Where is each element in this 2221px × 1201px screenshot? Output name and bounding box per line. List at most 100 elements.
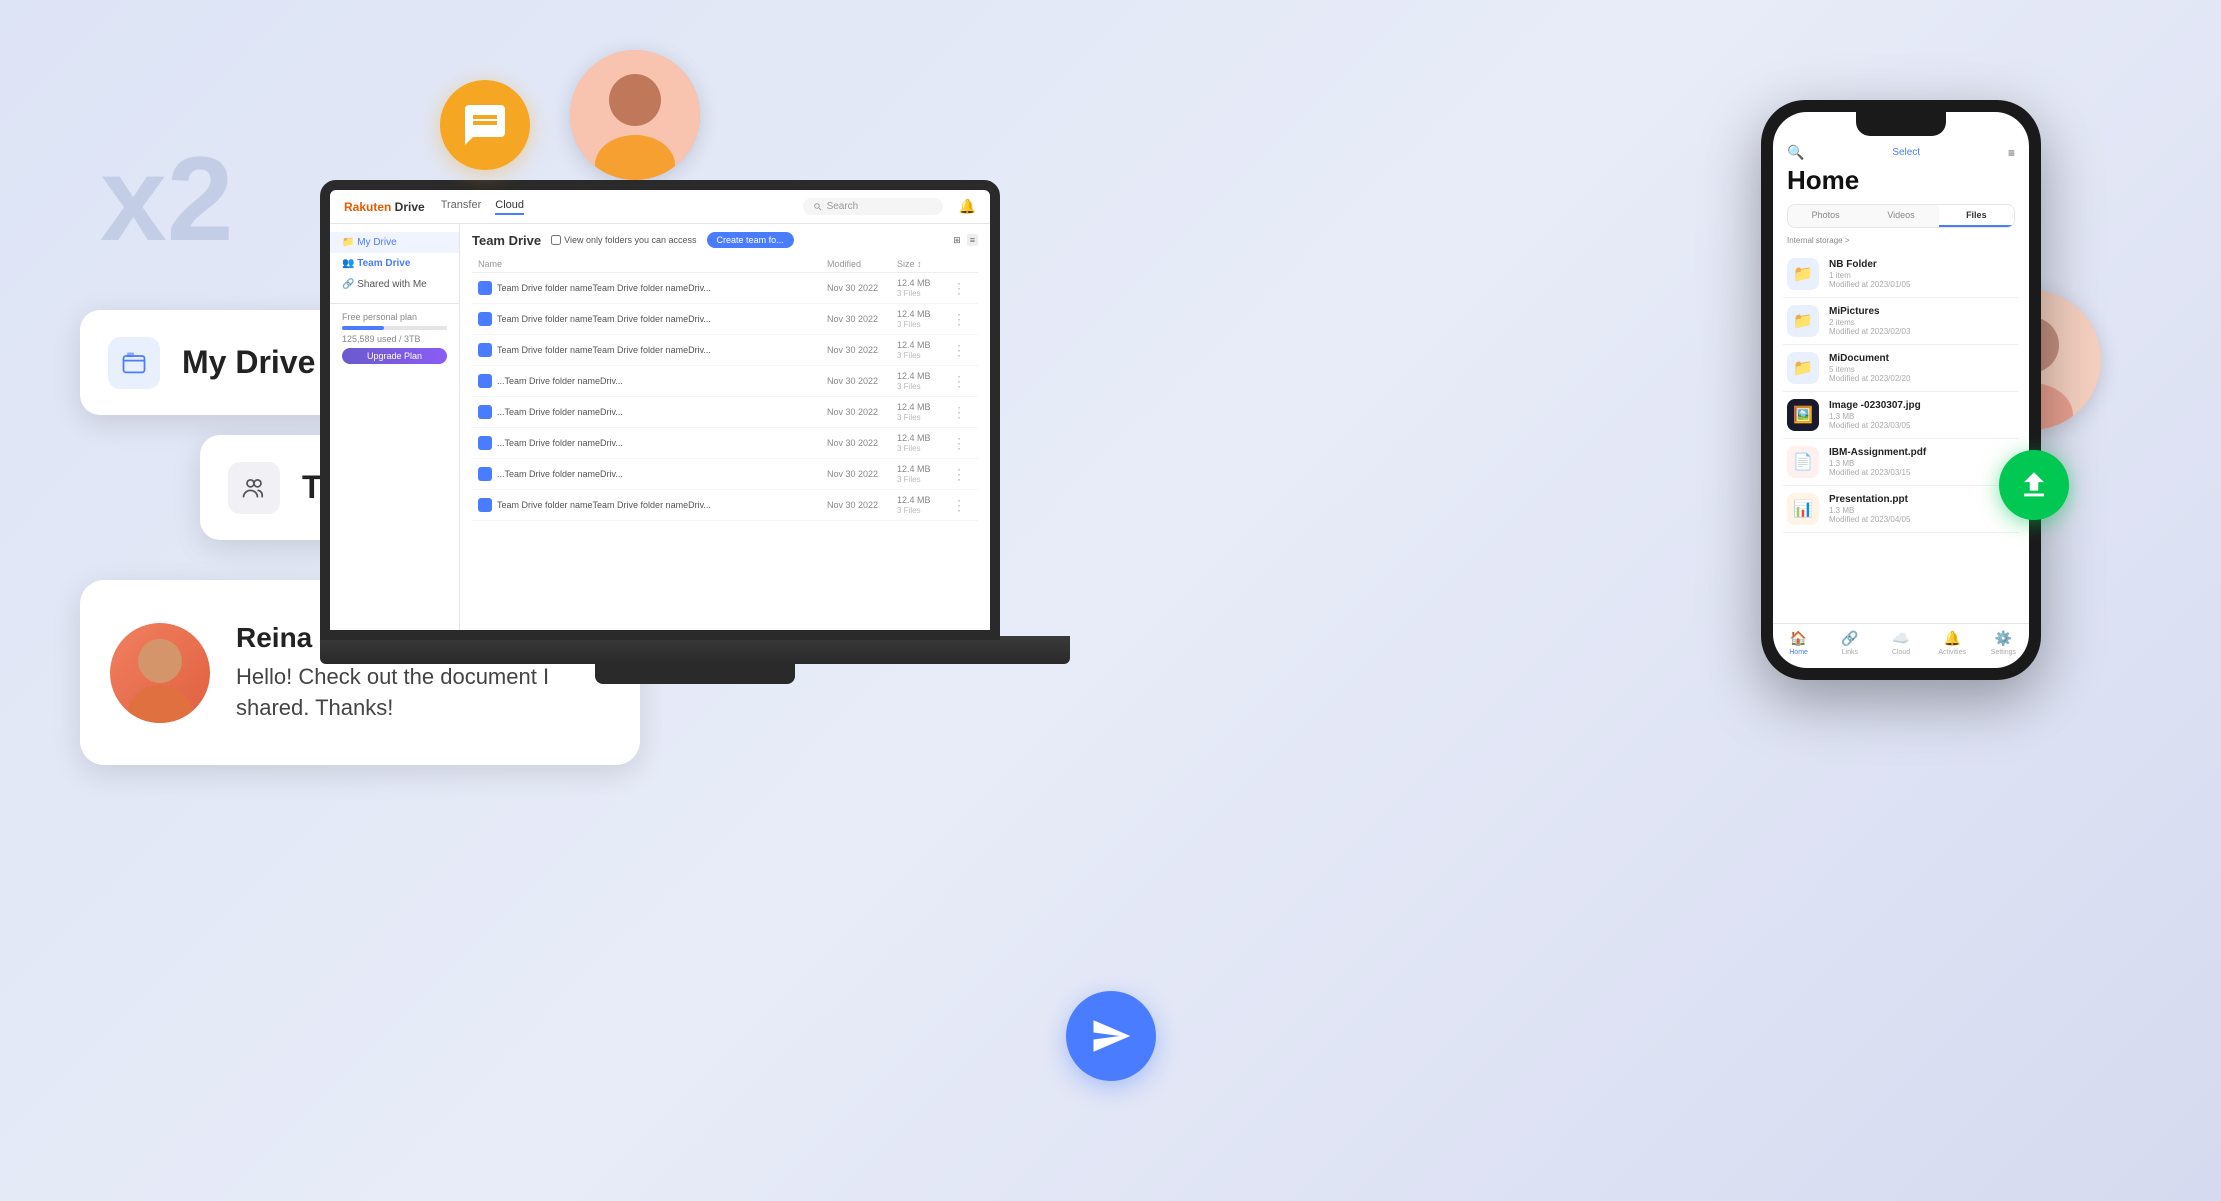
file-size-cell: 12.4 MB3 Files (897, 433, 952, 453)
phone-file-item[interactable]: 📊 Presentation.ppt 1.3 MB Modified at 20… (1783, 486, 2019, 533)
folder-icon: 📁 (1787, 258, 1819, 290)
file-row[interactable]: Team Drive folder nameTeam Drive folder … (472, 273, 978, 304)
file-modified: Nov 30 2022 (827, 314, 897, 324)
phone-title-area: Home (1773, 165, 2029, 204)
sidebar-my-drive[interactable]: 📁 My Drive (330, 232, 459, 253)
phone-file-item[interactable]: 📁 MiPictures 2 items Modified at 2023/02… (1783, 298, 2019, 345)
file-name-cell: Team Drive folder nameTeam Drive folder … (478, 343, 827, 357)
file-row[interactable]: ...Team Drive folder nameDriv... Nov 30 … (472, 366, 978, 397)
file-row[interactable]: ...Team Drive folder nameDriv... Nov 30 … (472, 428, 978, 459)
upgrade-button[interactable]: Upgrade Plan (342, 348, 447, 364)
phone-file-info: IBM-Assignment.pdf 1.3 MB Modified at 20… (1829, 447, 2015, 477)
file-name-text: ...Team Drive folder nameDriv... (497, 376, 623, 386)
phone-file-meta: 1 item Modified at 2023/01/05 (1829, 271, 2015, 289)
storage-fill (342, 326, 384, 330)
phone-storage-path[interactable]: Internal storage > (1773, 236, 2029, 251)
send-button[interactable] (1066, 991, 1156, 1081)
app-nav: Transfer Cloud (441, 199, 524, 215)
file-more-icon[interactable]: ⋮ (952, 404, 972, 421)
upload-fab[interactable] (1999, 450, 2069, 520)
storage-bar (342, 326, 447, 330)
create-team-button[interactable]: Create team fo... (707, 232, 794, 248)
phone-frame: 🔍 Select ≡ Home Photos Videos Files Inte… (1761, 100, 2041, 680)
nav-cloud[interactable]: Cloud (495, 199, 524, 215)
col-actions (952, 259, 972, 269)
file-name-cell: ...Team Drive folder nameDriv... (478, 405, 827, 419)
laptop-stand (595, 664, 795, 684)
sidebar-team-drive[interactable]: 👥 Team Drive (330, 253, 459, 274)
phone-nav-home[interactable]: 🏠 Home (1773, 630, 1824, 656)
nav-cloud-label: Cloud (1892, 649, 1910, 656)
file-list: Name Modified Size ↕ Team Drive folder n… (472, 256, 978, 521)
file-more-icon[interactable]: ⋮ (952, 373, 972, 390)
file-name-text: ...Team Drive folder nameDriv... (497, 407, 623, 417)
app-body: 📁 My Drive 👥 Team Drive 🔗 Shared with Me… (330, 224, 990, 630)
phone-menu-icon[interactable]: ≡ (2008, 146, 2015, 160)
file-name-cell: Team Drive folder nameTeam Drive folder … (478, 281, 827, 295)
file-more-icon[interactable]: ⋮ (952, 466, 972, 483)
laptop-container: Rakuten Drive Transfer Cloud Search 🔔 📁 … (320, 180, 1070, 760)
file-name-text: Team Drive folder nameTeam Drive folder … (497, 283, 711, 293)
grid-view-icon[interactable]: ⊞ (953, 235, 961, 246)
sidebar-shared[interactable]: 🔗 Shared with Me (330, 274, 459, 295)
laptop-base (320, 636, 1070, 664)
phone-file-item[interactable]: 📁 NB Folder 1 item Modified at 2023/01/0… (1783, 251, 2019, 298)
file-size-cell: 12.4 MB3 Files (897, 464, 952, 484)
folder-icon (478, 374, 492, 388)
view-options: ⊞ ≡ (953, 234, 978, 246)
list-view-icon[interactable]: ≡ (967, 234, 978, 246)
phone-search-icon[interactable]: 🔍 (1787, 144, 1804, 161)
file-row[interactable]: Team Drive folder nameTeam Drive folder … (472, 304, 978, 335)
phone-nav-links[interactable]: 🔗 Links (1824, 630, 1875, 656)
nav-transfer[interactable]: Transfer (441, 199, 482, 215)
notification-icon[interactable]: 🔔 (959, 198, 976, 215)
phone-file-name: MiDocument (1829, 353, 2015, 364)
phone-nav-cloud[interactable]: ☁️ Cloud (1875, 630, 1926, 656)
phone-tab-videos[interactable]: Videos (1863, 205, 1938, 227)
phone-file-meta: 1.3 MB Modified at 2023/03/15 (1829, 459, 2015, 477)
file-name-cell: ...Team Drive folder nameDriv... (478, 436, 827, 450)
file-more-icon[interactable]: ⋮ (952, 280, 972, 297)
phone-tab-photos[interactable]: Photos (1788, 205, 1863, 227)
phone-select-label[interactable]: Select (1892, 147, 1920, 158)
file-row[interactable]: ...Team Drive folder nameDriv... Nov 30 … (472, 397, 978, 428)
file-size-cell: 12.4 MB3 Files (897, 278, 952, 298)
file-row[interactable]: Team Drive folder nameTeam Drive folder … (472, 335, 978, 366)
file-name-text: Team Drive folder nameTeam Drive folder … (497, 500, 711, 510)
phone-file-item[interactable]: 📄 IBM-Assignment.pdf 1.3 MB Modified at … (1783, 439, 2019, 486)
file-row[interactable]: Team Drive folder nameTeam Drive folder … (472, 490, 978, 521)
col-name: Name (478, 259, 827, 269)
file-more-icon[interactable]: ⋮ (952, 342, 972, 359)
folder-icon (478, 281, 492, 295)
file-size-cell: 12.4 MB3 Files (897, 402, 952, 422)
phone-file-meta: 2 items Modified at 2023/02/03 (1829, 318, 2015, 336)
file-more-icon[interactable]: ⋮ (952, 435, 972, 452)
phone-file-item[interactable]: 📁 MiDocument 5 items Modified at 2023/02… (1783, 345, 2019, 392)
laptop-screen: Rakuten Drive Transfer Cloud Search 🔔 📁 … (320, 180, 1000, 640)
home-icon: 🏠 (1790, 630, 1807, 647)
file-row[interactable]: ...Team Drive folder nameDriv... Nov 30 … (472, 459, 978, 490)
nav-links-label: Links (1842, 649, 1858, 656)
folder-icon: 📁 (1787, 305, 1819, 337)
app-search[interactable]: Search (803, 198, 943, 215)
phone-tab-files[interactable]: Files (1939, 205, 2014, 227)
image-icon: 🖼️ (1787, 399, 1819, 431)
phone-file-item[interactable]: 🖼️ Image -0230307.jpg 1.3 MB Modified at… (1783, 392, 2019, 439)
file-modified: Nov 30 2022 (827, 376, 897, 386)
app-header: Rakuten Drive Transfer Cloud Search 🔔 (330, 190, 990, 224)
phone-container: 🔍 Select ≡ Home Photos Videos Files Inte… (1761, 100, 2041, 680)
view-only-checkbox[interactable]: View only folders you can access (551, 235, 696, 245)
phone-nav-settings[interactable]: ⚙️ Settings (1978, 630, 2029, 656)
bell-icon: 🔔 (1943, 630, 1960, 647)
links-icon: 🔗 (1841, 630, 1858, 647)
folder-icon (478, 312, 492, 326)
phone-notch (1856, 112, 1946, 136)
phone-file-meta: 1.3 MB Modified at 2023/04/05 (1829, 506, 2015, 524)
file-modified: Nov 30 2022 (827, 345, 897, 355)
phone-nav-activities[interactable]: 🔔 Activities (1927, 630, 1978, 656)
file-name-cell: Team Drive folder nameTeam Drive folder … (478, 498, 827, 512)
storage-plan-label: Free personal plan (342, 312, 447, 322)
team-drive-icon (228, 462, 280, 514)
file-more-icon[interactable]: ⋮ (952, 311, 972, 328)
file-more-icon[interactable]: ⋮ (952, 497, 972, 514)
